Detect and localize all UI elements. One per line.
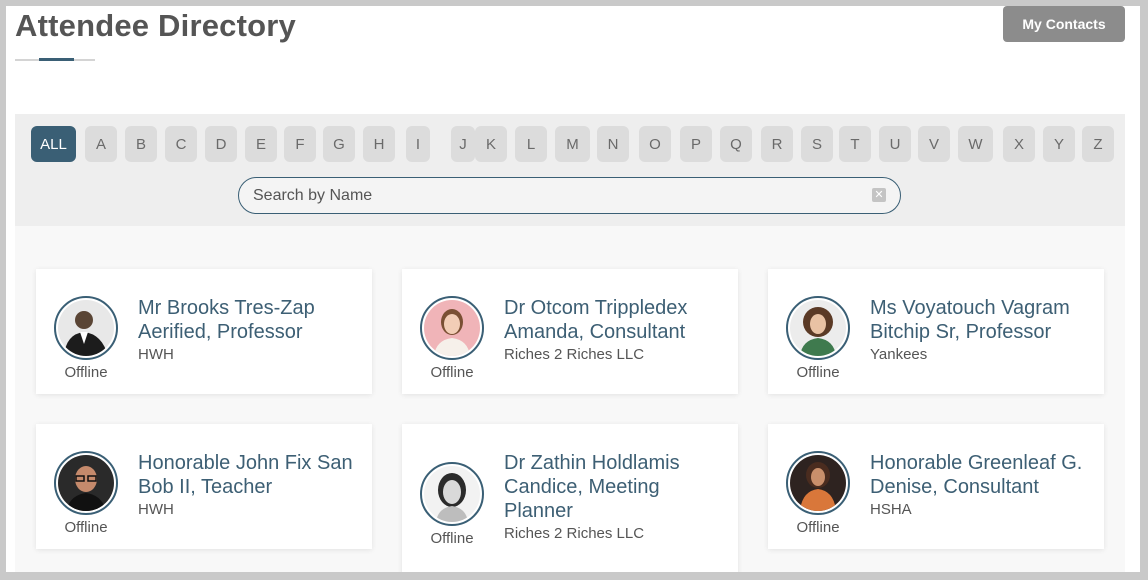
letter-filter-b[interactable]: B: [125, 126, 157, 162]
attendee-card[interactable]: Offline Honorable Greenleaf G. Denise, C…: [768, 424, 1104, 549]
letter-filter-all[interactable]: ALL: [31, 126, 76, 162]
my-contacts-button[interactable]: My Contacts: [1003, 6, 1125, 42]
letter-filter-k[interactable]: K: [475, 126, 507, 162]
avatar-container: Offline: [785, 451, 851, 536]
avatar[interactable]: [54, 296, 118, 360]
letter-filter-l[interactable]: L: [515, 126, 547, 162]
avatar[interactable]: [420, 296, 484, 360]
letter-filter-f[interactable]: F: [284, 126, 316, 162]
search-input[interactable]: [253, 184, 853, 208]
attendee-company: Yankees: [870, 346, 928, 363]
attendee-company: HWH: [138, 346, 174, 363]
attendee-card[interactable]: Offline Honorable John Fix San Bob II, T…: [36, 424, 372, 549]
man-in-suit-photo: [58, 300, 114, 356]
status-label: Offline: [64, 364, 108, 381]
clear-x-icon[interactable]: ✕: [872, 188, 886, 202]
avatar[interactable]: [420, 462, 484, 526]
search-box: ✕: [238, 177, 901, 214]
attendee-name[interactable]: Honorable John Fix San Bob II, Teacher: [138, 451, 366, 499]
attendee-grid: Offline Mr Brooks Tres-Zap Aerified, Pro…: [15, 226, 1125, 572]
attendee-name[interactable]: Honorable Greenleaf G. Denise, Consultan…: [870, 451, 1098, 499]
attendee-name[interactable]: Ms Voyatouch Vagram Bitchip Sr, Professo…: [870, 296, 1098, 344]
avatar-container: Offline: [53, 451, 119, 536]
attendee-company: HSHA: [870, 501, 912, 518]
letter-filter-q[interactable]: Q: [720, 126, 752, 162]
attendee-card[interactable]: Offline Mr Brooks Tres-Zap Aerified, Pro…: [36, 269, 372, 394]
attendee-company: HWH: [138, 501, 174, 518]
letter-filter-e[interactable]: E: [245, 126, 277, 162]
letter-filter-a[interactable]: A: [85, 126, 117, 162]
attendee-card[interactable]: Offline Ms Voyatouch Vagram Bitchip Sr, …: [768, 269, 1104, 394]
status-label: Offline: [64, 519, 108, 536]
letter-filter-r[interactable]: R: [761, 126, 793, 162]
avatar[interactable]: [54, 451, 118, 515]
letter-filter-u[interactable]: U: [879, 126, 911, 162]
status-label: Offline: [430, 364, 474, 381]
letter-filter-t[interactable]: T: [839, 126, 871, 162]
letter-filter-c[interactable]: C: [165, 126, 197, 162]
letter-filter-n[interactable]: N: [597, 126, 629, 162]
attendee-name[interactable]: Dr Zathin Holdlamis Candice, Meeting Pla…: [504, 451, 732, 523]
letter-filter-h[interactable]: H: [363, 126, 395, 162]
title-underline-accent: [39, 58, 74, 61]
avatar-container: Offline: [785, 296, 851, 381]
letter-filter-v[interactable]: V: [918, 126, 950, 162]
attendee-company: Riches 2 Riches LLC: [504, 525, 645, 542]
status-label: Offline: [796, 364, 840, 381]
avatar-container: Offline: [419, 462, 485, 547]
attendee-card[interactable]: Offline Dr Zathin Holdlamis Candice, Mee…: [402, 424, 738, 572]
avatar-container: Offline: [419, 296, 485, 381]
status-label: Offline: [430, 530, 474, 547]
letter-filter-w[interactable]: W: [958, 126, 993, 162]
letter-filter-z[interactable]: Z: [1082, 126, 1114, 162]
woman-curly-hair-photo: [790, 300, 846, 356]
woman-black-white-photo: [424, 466, 480, 522]
attendee-name[interactable]: Mr Brooks Tres-Zap Aerified, Professor: [138, 296, 366, 344]
letter-filter-j[interactable]: J: [451, 126, 475, 162]
man-with-glasses-photo: [58, 455, 114, 511]
attendee-card[interactable]: Offline Dr Otcom Trippledex Amanda, Cons…: [402, 269, 738, 394]
letter-filter-s[interactable]: S: [801, 126, 833, 162]
letter-filter-y[interactable]: Y: [1043, 126, 1075, 162]
letter-filter-p[interactable]: P: [680, 126, 712, 162]
status-label: Offline: [796, 519, 840, 536]
avatar-container: Offline: [53, 296, 119, 381]
avatar[interactable]: [786, 296, 850, 360]
woman-pink-background-photo: [424, 300, 480, 356]
avatar[interactable]: [786, 451, 850, 515]
letter-filter-m[interactable]: M: [555, 126, 590, 162]
letter-filter-x[interactable]: X: [1003, 126, 1035, 162]
attendee-name[interactable]: Dr Otcom Trippledex Amanda, Consultant: [504, 296, 732, 344]
letter-filter-o[interactable]: O: [639, 126, 671, 162]
page-title: Attendee Directory: [15, 8, 296, 43]
woman-orange-shirt-photo: [790, 455, 846, 511]
attendee-company: Riches 2 Riches LLC: [504, 346, 645, 363]
letter-filter-i[interactable]: I: [406, 126, 430, 162]
letter-filter-g[interactable]: G: [323, 126, 355, 162]
filter-panel: ALLABCDEFGHIJKLMNOPQRSTUVWXYZ ✕: [15, 114, 1125, 226]
title-underline: [15, 58, 95, 61]
letter-filter-d[interactable]: D: [205, 126, 237, 162]
page-frame: Attendee Directory My Contacts ALL A B C D E F…: [6, 6, 1140, 572]
